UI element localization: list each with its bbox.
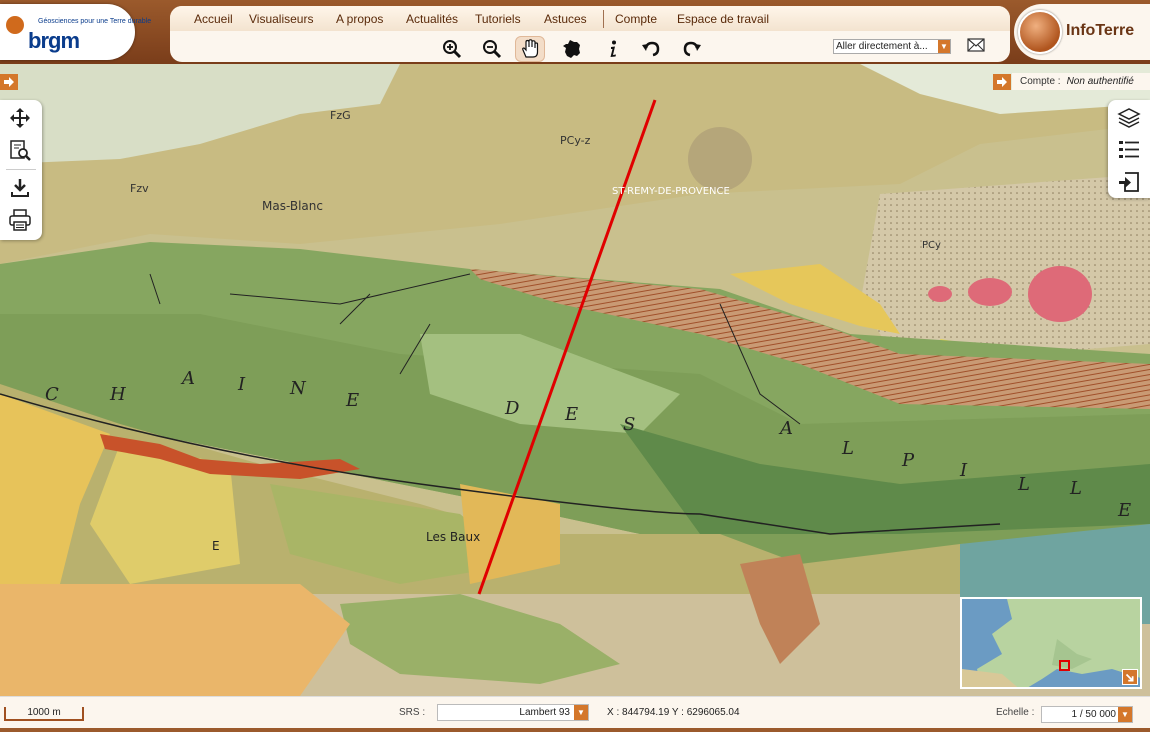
- add-layer-icon[interactable]: [1117, 170, 1141, 194]
- download-icon[interactable]: [8, 176, 32, 200]
- print-icon[interactable]: [8, 208, 32, 232]
- redo-icon: [683, 41, 701, 57]
- nav-separator: [603, 10, 604, 28]
- france-extent-icon: [563, 40, 580, 58]
- info-button[interactable]: [598, 36, 628, 62]
- coordinates-readout: X : 844794.19 Y : 6296065.04: [607, 707, 740, 718]
- legend-list-icon[interactable]: [1117, 138, 1141, 162]
- footer-border: [0, 728, 1150, 732]
- nav-compte[interactable]: Compte: [615, 12, 657, 26]
- map-label-e: E: [345, 390, 359, 411]
- arrow-right-icon: [4, 77, 14, 87]
- toolbar-divider: [6, 169, 36, 170]
- chevron-down-icon: ▼: [938, 40, 950, 53]
- undo-button[interactable]: [636, 36, 666, 62]
- overview-map[interactable]: [960, 597, 1142, 689]
- echelle-value: 1 / 50 000: [1071, 709, 1116, 720]
- app-window: Géosciences pour une Terre durable brgm …: [0, 0, 1150, 732]
- srs-select[interactable]: Lambert 93 ▼: [437, 704, 589, 721]
- france-extent-button[interactable]: [557, 36, 587, 62]
- map-label-p: P: [901, 450, 915, 471]
- right-toolbar: [1108, 100, 1150, 198]
- echelle-select[interactable]: 1 / 50 000 ▼: [1041, 706, 1133, 723]
- map-label-i2: I: [959, 460, 968, 481]
- pan-button[interactable]: [515, 36, 545, 62]
- map-label-mas-blanc: Mas-Blanc: [262, 199, 323, 213]
- overview-map-image: [962, 599, 1140, 687]
- map-label-l: L: [841, 438, 854, 459]
- map-label-c: C: [45, 384, 59, 405]
- infoterre-title: InfoTerre: [1066, 22, 1135, 39]
- nav-tutoriels[interactable]: Tutoriels: [475, 12, 521, 26]
- map-label-fzv: Fzv: [130, 182, 149, 195]
- expand-arrow-icon: [1125, 673, 1134, 682]
- account-value: Non authentifié: [1066, 76, 1134, 87]
- account-label: Compte :: [1020, 76, 1061, 87]
- nav-a-propos[interactable]: A propos: [336, 12, 383, 26]
- zoom-in-button[interactable]: [437, 36, 467, 62]
- status-bar: 1000 m SRS : Lambert 93 ▼ X : 844794.19 …: [0, 696, 1150, 732]
- mail-icon[interactable]: [967, 38, 985, 52]
- map-label-h: H: [109, 384, 126, 405]
- infoterre-brand[interactable]: InfoTerre: [1014, 4, 1150, 60]
- zoom-out-button[interactable]: [477, 36, 507, 62]
- move-arrows-icon[interactable]: [8, 106, 32, 130]
- goto-select-value: Aller directement à...: [836, 41, 928, 52]
- srs-value: Lambert 93: [519, 707, 570, 718]
- info-icon: [610, 40, 616, 57]
- logo-name: brgm: [28, 28, 80, 53]
- map-label-les-baux: Les Baux: [426, 530, 480, 544]
- scale-label: 1000 m: [27, 707, 61, 718]
- scale-bar: 1000 m: [4, 707, 84, 721]
- map-label-d: D: [504, 398, 520, 419]
- left-panel-toggle-button[interactable]: [0, 74, 18, 90]
- map-label-pcy: PCy-z: [560, 134, 591, 147]
- echelle-label: Echelle :: [996, 707, 1035, 718]
- logo-tagline: Géosciences pour une Terre durable: [38, 18, 152, 25]
- map-label-i: I: [237, 374, 246, 395]
- zoom-out-icon: [483, 40, 502, 59]
- map-label-a: A: [180, 368, 195, 389]
- map-label-e2: E: [564, 404, 578, 425]
- nav-visualiseurs[interactable]: Visualiseurs: [249, 12, 313, 26]
- account-status: Compte : Non authentifié: [1012, 73, 1150, 90]
- layers-icon[interactable]: [1117, 106, 1141, 130]
- map-label-st-remy: ST-REMY-DE-PROVENCE: [612, 186, 730, 197]
- chevron-down-icon: ▼: [574, 705, 588, 720]
- nav-accueil[interactable]: Accueil: [194, 12, 233, 26]
- nav-astuces[interactable]: Astuces: [544, 12, 587, 26]
- brgm-logo[interactable]: Géosciences pour une Terre durable brgm: [0, 4, 151, 60]
- goto-select[interactable]: Aller directement à... ▼: [833, 39, 951, 54]
- map-label-n: N: [289, 378, 307, 399]
- map-label-l3: L: [1069, 478, 1082, 499]
- map-label-l2: L: [1017, 474, 1030, 495]
- brgm-logo-mark-icon: [6, 16, 24, 34]
- undo-icon: [642, 41, 660, 57]
- nav-actualites[interactable]: Actualités: [406, 12, 458, 26]
- redo-button[interactable]: [677, 36, 707, 62]
- map-label-s: S: [623, 414, 635, 435]
- map-label-pcy2: PCy: [922, 240, 941, 251]
- srs-label: SRS :: [399, 707, 426, 718]
- left-toolbar: [0, 100, 42, 240]
- right-panel-toggle-button[interactable]: [993, 74, 1011, 90]
- header: Géosciences pour une Terre durable brgm …: [0, 0, 1150, 64]
- overview-expand-button[interactable]: [1122, 669, 1138, 685]
- map-label-e3: E: [1117, 500, 1131, 521]
- infoterre-logo-icon: [1018, 10, 1062, 54]
- nav-espace-de-travail[interactable]: Espace de travail: [677, 12, 769, 26]
- chevron-down-icon: ▼: [1118, 707, 1132, 722]
- map-label-fzg: FzG: [330, 109, 351, 122]
- map-label-e4: E: [212, 539, 220, 553]
- zoom-in-icon: [443, 40, 462, 59]
- arrow-right-icon: [997, 77, 1007, 87]
- search-document-icon[interactable]: [8, 138, 32, 162]
- pan-hand-icon: [522, 39, 539, 58]
- map-label-a2: A: [778, 418, 793, 439]
